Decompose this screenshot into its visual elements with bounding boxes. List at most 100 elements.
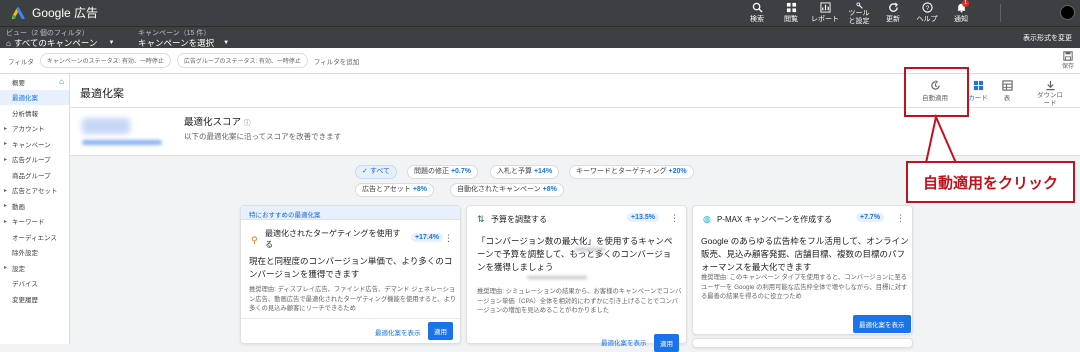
recommendation-card-partial (692, 338, 913, 348)
score-bar-blurred (82, 140, 162, 145)
chip-label: すべて (369, 168, 391, 175)
notifications-button[interactable]: 1 通知 (944, 0, 978, 26)
chip-label: キーワードとターゲティング (576, 168, 667, 175)
card-reason: 推奨理由: このキャンペーン タイプを使用すると、コンバージョンに至るユーザーを… (701, 274, 908, 300)
sidebar-item-ad-groups[interactable]: 広告グループ (0, 152, 69, 168)
browse-button[interactable]: 閲覧 (774, 0, 808, 26)
score-uplift-badge: +7.7% (856, 213, 885, 222)
sidebar-item-account[interactable]: アカウント (0, 121, 69, 137)
sidebar-item-label: 最適化案 (12, 95, 38, 103)
sidebar-item-label: 商品グループ (12, 172, 51, 180)
sidebar-item-product-groups[interactable]: 商品グループ (0, 167, 69, 183)
card-view-label: カード (968, 95, 988, 102)
table-view-label: 表 (1003, 95, 1011, 102)
sidebar-item-exclusions[interactable]: 除外設定 (0, 245, 69, 261)
google-ads-logo-icon (12, 7, 25, 19)
chip-delta: +20% (668, 168, 687, 175)
sidebar-item-label: キーワード (12, 219, 45, 227)
sidebar-item-keywords[interactable]: キーワード (0, 214, 69, 230)
blurred-text (575, 248, 605, 251)
chip-delta: +8% (412, 186, 428, 193)
sidebar-item-ads-assets[interactable]: 広告とアセット (0, 183, 69, 199)
help-label: ヘルプ (916, 16, 938, 23)
download-label: ダウンロード (1037, 92, 1063, 107)
sidebar-item-campaigns[interactable]: キャンペーン (0, 136, 69, 152)
sidebar-item-change-history[interactable]: 変更履歴 (0, 291, 69, 307)
notifications-label: 通知 (954, 16, 968, 23)
filter-chip-adgroup-status[interactable]: 広告グループのステータス: 有効、一時停止 (176, 53, 308, 68)
app-name: Google 広告 (32, 6, 99, 20)
search-button[interactable]: 検索 (740, 0, 774, 26)
view-recommendation-button[interactable]: 最適化案を表示 (853, 315, 911, 333)
card-reason: 推奨理由: シミュレーションの結果から、お客様のキャンペーンでコンバージョン単価… (477, 288, 682, 314)
page-title: 最適化案 (80, 88, 124, 100)
sidebar-item-label: 分析情報 (12, 110, 38, 118)
tools-label: ツール と設定 (848, 10, 870, 25)
table-view-button[interactable]: 表 (992, 80, 1022, 102)
score-description: 以下の最適化案に沿ってスコアを改善できます (184, 132, 342, 141)
add-filter-button[interactable]: フィルタを追加 (314, 56, 359, 66)
chip-label: 問題の修正 (414, 168, 449, 175)
search-icon: ⚲ (251, 235, 258, 245)
search-label: 検索 (750, 16, 764, 23)
filter-label: フィルタ (8, 58, 34, 66)
sidebar-item-recommendations[interactable]: 最適化案 (0, 89, 69, 105)
table-view-icon (1001, 80, 1013, 91)
more-options-icon[interactable]: ⋮ (896, 214, 905, 223)
score-value-blurred (82, 118, 130, 134)
tools-button[interactable]: ツール と設定 (842, 0, 876, 26)
help-icon[interactable]: ⓘ (244, 120, 251, 127)
chip-bids-budgets[interactable]: 入札と予算 +14% (490, 165, 560, 179)
sidebar-item-settings[interactable]: 設定 (0, 260, 69, 276)
view-recommendation-link[interactable]: 最適化案を表示 (375, 327, 421, 337)
apply-button[interactable]: 適用 (428, 322, 453, 340)
svg-text:?: ? (925, 5, 929, 12)
sidebar-item-label: アカウント (12, 126, 45, 134)
sidebar-item-insights[interactable]: 分析情報 (0, 105, 69, 121)
sidebar-item-label: 概要 (12, 79, 25, 87)
report-button[interactable]: レポート (808, 0, 842, 26)
refresh-label: 更新 (886, 16, 900, 23)
apply-button[interactable]: 適用 (654, 334, 679, 352)
filter-chip-campaign-status[interactable]: キャンペーンのステータス: 有効、一時停止 (39, 53, 171, 68)
sidebar-item-devices[interactable]: デバイス (0, 276, 69, 292)
chip-label: 広告とアセット (362, 186, 411, 193)
save-button[interactable]: 保存 (1062, 51, 1074, 70)
google-ads-logo[interactable]: Google 広告 (12, 4, 98, 21)
sidebar-item-audiences[interactable]: オーディエンス (0, 229, 69, 245)
report-label: レポート (811, 16, 839, 23)
sidebar-item-label: 変更履歴 (12, 296, 38, 304)
chip-delta: +0.7% (450, 168, 471, 175)
scope-bar: ビュー（2 個のフィルタ） ⌂ すべてのキャンペーン ▼ キャンペーン（15 件… (0, 26, 1080, 48)
refresh-button[interactable]: 更新 (876, 0, 910, 26)
card-title: 最適化されたターゲティングを使用する (265, 229, 401, 249)
sidebar-item-videos[interactable]: 動画 (0, 198, 69, 214)
recommendation-card-targeting: 特におすすめの最適化案 ⚲ 最適化されたターゲティングを使用する +17.4% … (240, 205, 461, 344)
wrench-icon (855, 2, 863, 9)
more-options-icon[interactable]: ⋮ (444, 234, 453, 243)
score-title-text: 最適化スコア (184, 117, 242, 128)
chip-fix-issues[interactable]: 問題の修正 +0.7% (407, 165, 478, 179)
account-avatar[interactable] (1060, 5, 1075, 20)
top-bar: Google 広告 検索 閲覧 レポート ツール と設定 更新 ? ヘルプ 1 (0, 0, 1080, 26)
dropdown-icon: ▼ (223, 40, 230, 46)
chip-delta: +8% (542, 186, 557, 193)
chip-delta: +14% (533, 168, 553, 175)
view-recommendation-link[interactable]: 最適化案を表示 (601, 337, 647, 347)
chip-all[interactable]: ✓ すべて (355, 165, 398, 179)
sidebar-nav: 概要 ⌂ 最適化案 分析情報 アカウント キャンペーン 広告グループ 商品グループ… (0, 74, 70, 344)
chip-automated-campaigns[interactable]: 自動化されたキャンペーン +8% (450, 183, 564, 197)
help-button[interactable]: ? ヘルプ (910, 0, 944, 26)
chip-keywords-targeting[interactable]: キーワードとターゲティング +20% (569, 165, 694, 179)
sidebar-item-label: 広告グループ (12, 157, 51, 165)
home-icon: ⌂ (59, 77, 64, 87)
more-options-icon[interactable]: ⋮ (670, 214, 679, 223)
download-button[interactable]: ダウンロード (1034, 80, 1066, 108)
sidebar-item-overview[interactable]: 概要 ⌂ (0, 74, 69, 90)
topbar-divider (1000, 4, 1001, 22)
auto-apply-highlight (904, 67, 969, 117)
change-display-format[interactable]: 表示形式を変更 (1023, 33, 1072, 43)
chip-ads-assets[interactable]: 広告とアセット +8% (355, 183, 435, 197)
card-view-icon (973, 80, 983, 91)
save-label: 保存 (1061, 64, 1074, 70)
